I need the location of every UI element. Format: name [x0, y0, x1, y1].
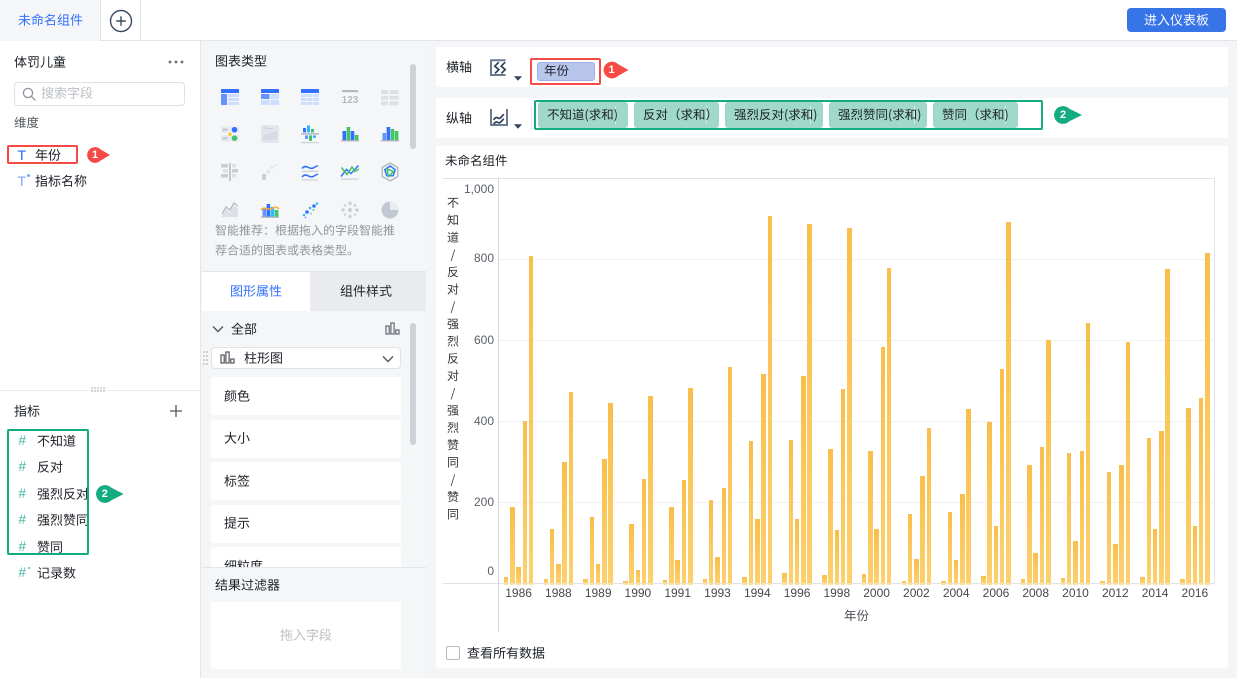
svg-text:123: 123	[342, 95, 359, 106]
